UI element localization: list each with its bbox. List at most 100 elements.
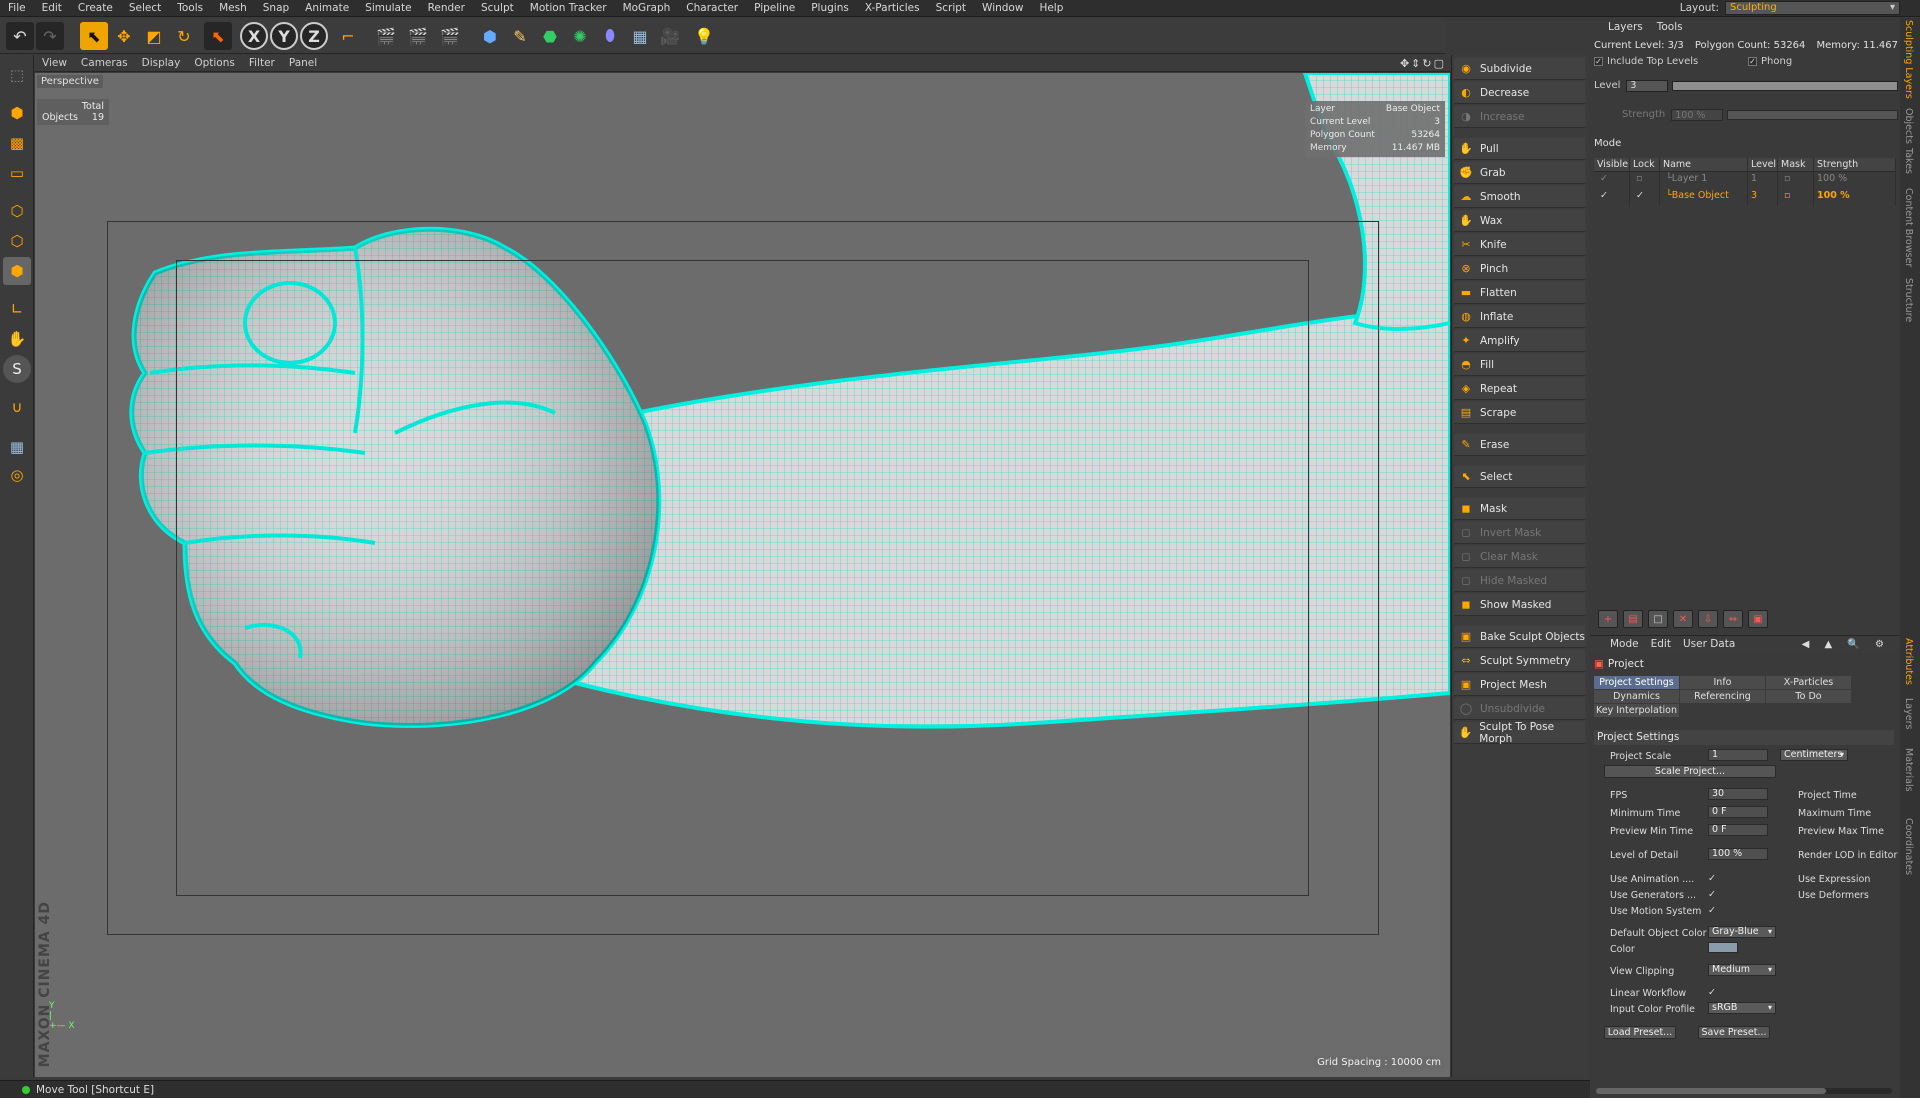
load-preset-button[interactable]: Load Preset...	[1604, 1026, 1676, 1039]
menu-select[interactable]: Select	[121, 2, 169, 14]
repeat-button[interactable]: ◈ Repeat	[1454, 378, 1585, 400]
floor-icon[interactable]: ▦	[626, 22, 654, 50]
tab-project-settings[interactable]: Project Settings	[1594, 676, 1679, 689]
color-swatch[interactable]	[1708, 942, 1738, 953]
project-scale-unit-dropdown[interactable]: Centimeters	[1780, 749, 1848, 761]
amplify-button[interactable]: ✦ Amplify	[1454, 330, 1585, 352]
viewport-menu-cameras[interactable]: Cameras	[74, 57, 135, 69]
side-tab-attributes[interactable]: Attributes	[1903, 638, 1914, 685]
live-selection-icon[interactable]: ⬉	[80, 22, 108, 50]
table-row[interactable]: ✓ ▫ └Layer 1 1 ▫ 100 %	[1594, 172, 1896, 189]
level-slider[interactable]	[1672, 80, 1898, 91]
make-editable-icon[interactable]: ⬚	[3, 61, 31, 89]
merge-layer-icon[interactable]: ⇩	[1698, 610, 1718, 628]
lock-checkbox[interactable]: ▫	[1630, 172, 1660, 189]
snap-icon[interactable]: S	[3, 355, 31, 383]
table-row[interactable]: ✓ ✓ └Base Object 3 ▫ 100 %	[1594, 189, 1896, 206]
tab-dynamics[interactable]: Dynamics	[1594, 690, 1679, 703]
viewport-menu-options[interactable]: Options	[187, 57, 242, 69]
save-preset-button[interactable]: Save Preset...	[1698, 1026, 1770, 1039]
lock-checkbox[interactable]: ✓	[1630, 189, 1660, 206]
menu-mesh[interactable]: Mesh	[211, 2, 255, 14]
sculpt-symmetry-button[interactable]: ⇔ Sculpt Symmetry	[1454, 650, 1585, 672]
rotate-tool-icon[interactable]: ↻	[170, 22, 198, 50]
render-view-icon[interactable]: 🎬	[372, 22, 400, 50]
mask-checkbox[interactable]: ▫	[1778, 172, 1814, 189]
layer-strength[interactable]: 100 %	[1814, 172, 1896, 189]
side-tab-coordinates[interactable]: Coordinates	[1903, 818, 1914, 875]
attr-nav-icons[interactable]: ◀ ▲ 🔍 ⚙	[1802, 639, 1890, 650]
viewport-menu-display[interactable]: Display	[135, 57, 188, 69]
flatten-button[interactable]: ▬ Flatten	[1454, 282, 1585, 304]
light-icon[interactable]: 💡	[690, 22, 718, 50]
preview-min-input[interactable]: 0 F	[1708, 824, 1768, 836]
tab-to-do[interactable]: To Do	[1766, 690, 1851, 703]
undo-icon[interactable]: ↶	[6, 22, 34, 50]
viewport-menu-filter[interactable]: Filter	[242, 57, 282, 69]
menu-simulate[interactable]: Simulate	[357, 2, 419, 14]
viewport[interactable]: Perspective Total Objects 19 Layer Base Ob…	[35, 73, 1450, 1077]
lock-workplane-icon[interactable]: ◎	[3, 461, 31, 489]
scale-project-button[interactable]: Scale Project...	[1604, 765, 1776, 778]
scale-tool-icon[interactable]: ◩	[140, 22, 168, 50]
bake-sculpt-objects-button[interactable]: ▣ Bake Sculpt Objects	[1454, 626, 1585, 648]
menu-file[interactable]: File	[0, 2, 34, 14]
recent-tool-icon[interactable]: ⬉	[204, 22, 232, 50]
strength-slider[interactable]	[1727, 109, 1898, 120]
render-settings-icon[interactable]: 🎬	[436, 22, 464, 50]
color-profile-dropdown[interactable]: sRGB	[1708, 1002, 1776, 1014]
menu-mograph[interactable]: MoGraph	[615, 2, 679, 14]
side-tab-takes[interactable]: Takes	[1903, 148, 1914, 174]
side-tab-sculpting-layers[interactable]: Sculpting Layers	[1903, 20, 1914, 99]
menu-create[interactable]: Create	[70, 2, 121, 14]
phong-checkbox[interactable]: ✓ Phong	[1748, 56, 1792, 67]
add-folder-icon[interactable]: ▤	[1623, 610, 1643, 628]
mode-label[interactable]: Mode	[1594, 138, 1621, 149]
render-picture-viewer-icon[interactable]: 🎬	[404, 22, 432, 50]
minimum-time-input[interactable]: 0 F	[1708, 806, 1768, 818]
side-tab-materials[interactable]: Materials	[1903, 748, 1914, 792]
erase-button[interactable]: ✎ Erase	[1454, 434, 1585, 456]
menu-window[interactable]: Window	[974, 2, 1031, 14]
menu-tools[interactable]: Tools	[169, 2, 211, 14]
sculpt-to-pose-morph-button[interactable]: ✋ Sculpt To Pose Morph	[1454, 721, 1585, 745]
strength-input[interactable]: 100 %	[1671, 108, 1724, 121]
select-button[interactable]: ⬉ Select	[1454, 466, 1585, 488]
edges-mode-icon[interactable]: ⬡	[3, 227, 31, 255]
z-axis-lock-icon[interactable]: Z	[300, 22, 328, 50]
x-axis-lock-icon[interactable]: X	[240, 22, 268, 50]
use-motion-checkbox[interactable]: ✓	[1708, 905, 1716, 916]
axis-mode-icon[interactable]: ∟	[3, 295, 31, 323]
fill-button[interactable]: ◓ Fill	[1454, 354, 1585, 376]
subdivide-button[interactable]: ◉ Subdivide	[1454, 58, 1585, 80]
use-animation-checkbox[interactable]: ✓	[1708, 873, 1716, 884]
side-tab-layers[interactable]: Layers	[1903, 698, 1914, 729]
viewport-camera-label[interactable]: Perspective	[37, 75, 103, 88]
tab-referencing[interactable]: Referencing	[1680, 690, 1765, 703]
menu-motion-tracker[interactable]: Motion Tracker	[522, 2, 615, 14]
level-input[interactable]: 3	[1626, 79, 1669, 92]
deformer-icon[interactable]: ⬮	[596, 22, 624, 50]
coordinate-system-icon[interactable]: ⌐	[334, 22, 362, 50]
menu-render[interactable]: Render	[420, 2, 473, 14]
tab-tools[interactable]: Tools	[1657, 21, 1683, 35]
col-strength[interactable]: Strength	[1814, 158, 1896, 171]
tweak-mode-icon[interactable]: ✋	[3, 325, 31, 353]
side-tab-structure[interactable]: Structure	[1903, 278, 1914, 322]
redo-icon[interactable]: ↷	[36, 22, 64, 50]
include-top-levels-checkbox[interactable]: ✓ Include Top Levels	[1594, 56, 1698, 67]
project-scale-input[interactable]: 1	[1708, 749, 1768, 761]
nurbs-icon[interactable]: ⬣	[536, 22, 564, 50]
use-generators-checkbox[interactable]: ✓	[1708, 889, 1716, 900]
layout-dropdown[interactable]: Sculpting	[1725, 1, 1900, 15]
clear-layer-icon[interactable]: □	[1648, 610, 1668, 628]
tab-x-particles[interactable]: X-Particles	[1766, 676, 1851, 689]
col-name[interactable]: Name	[1660, 158, 1748, 171]
scrape-button[interactable]: ▤ Scrape	[1454, 402, 1585, 424]
workplane-icon[interactable]: ▭	[3, 159, 31, 187]
menu-animate[interactable]: Animate	[297, 2, 357, 14]
mask-checkbox[interactable]: ▫	[1778, 189, 1814, 206]
scrollbar-thumb[interactable]	[1596, 1088, 1826, 1094]
delete-layer-icon[interactable]: ✕	[1673, 610, 1693, 628]
col-mask[interactable]: Mask	[1778, 158, 1814, 171]
